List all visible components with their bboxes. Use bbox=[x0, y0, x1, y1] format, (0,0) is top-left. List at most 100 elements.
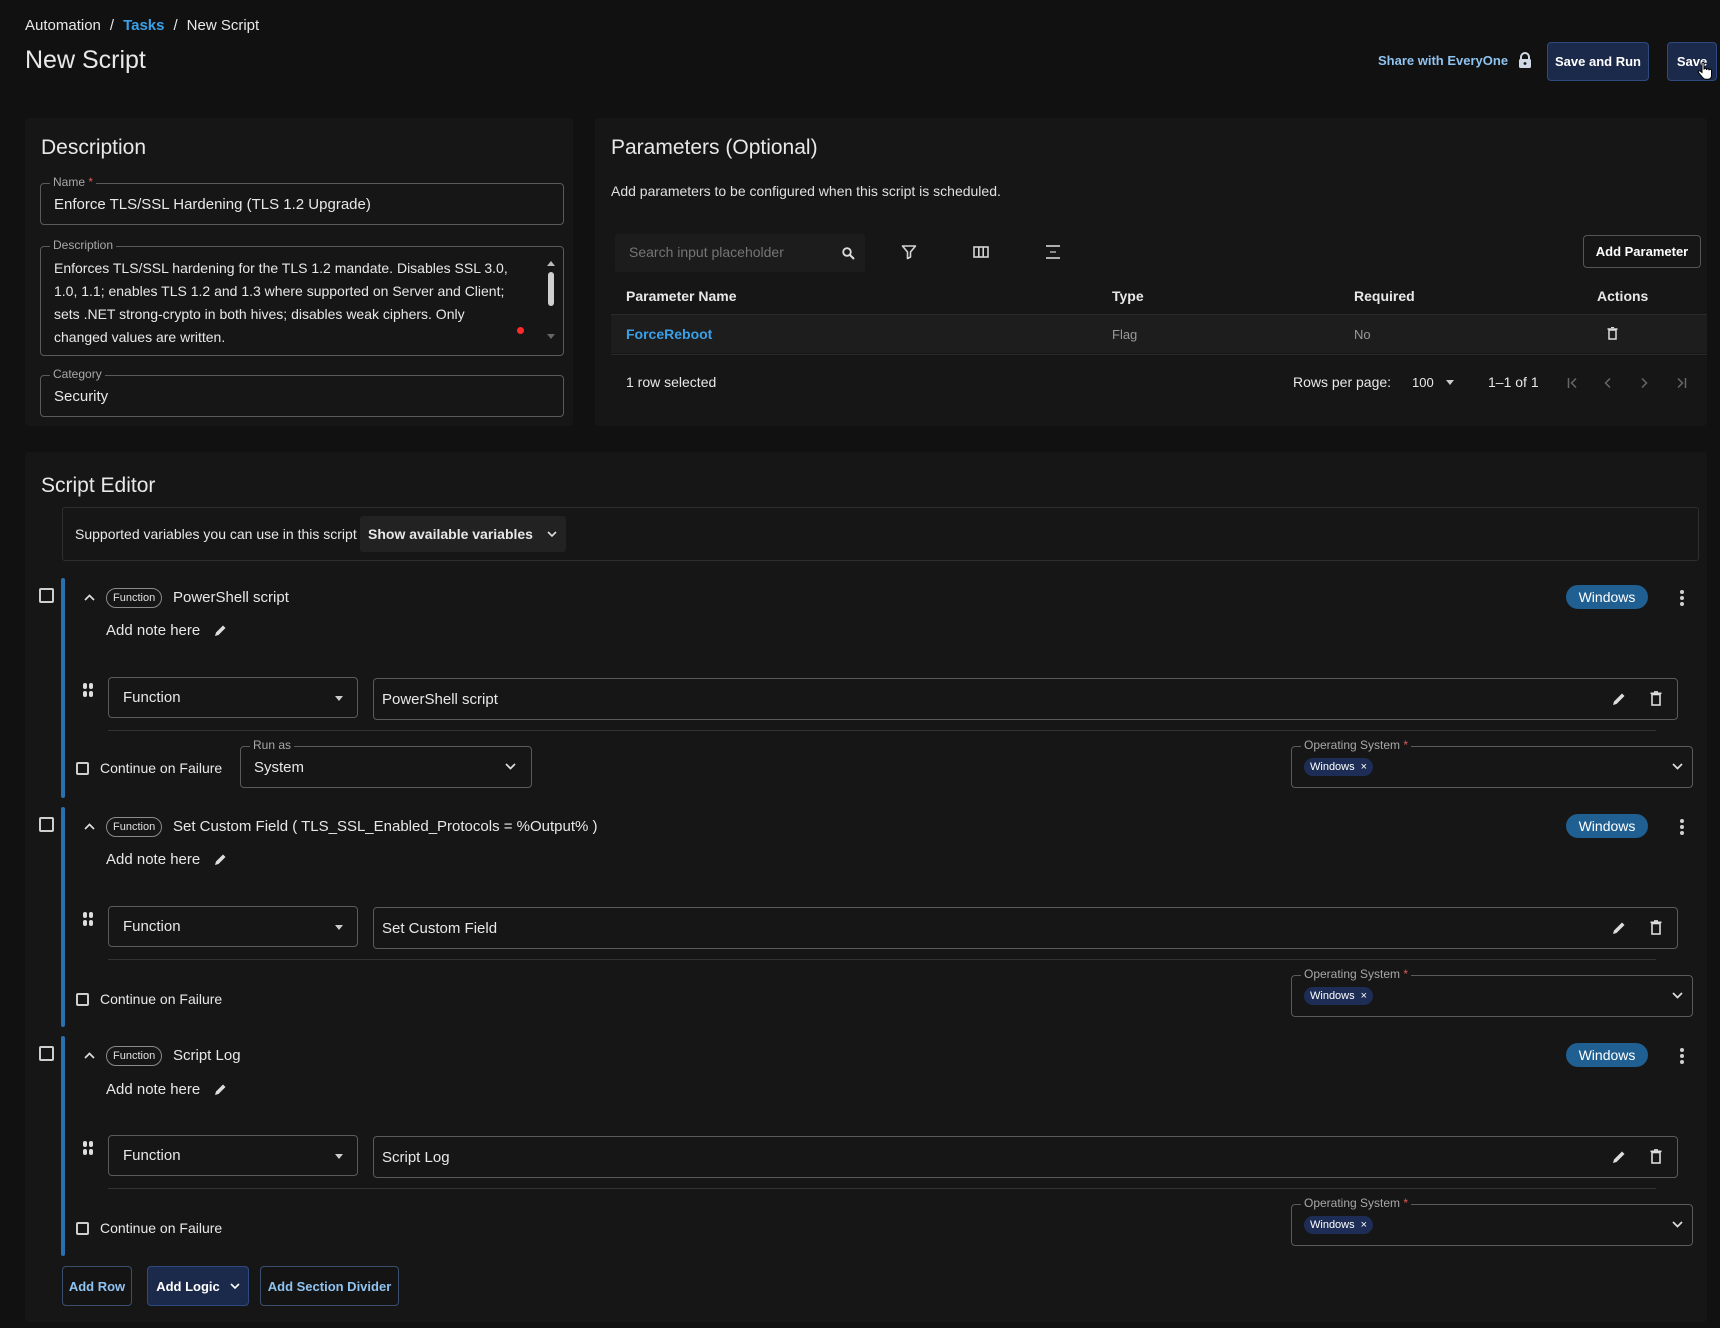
parameters-subtitle: Add parameters to be configured when thi… bbox=[611, 183, 1001, 199]
step-divider bbox=[108, 1188, 1656, 1189]
add-section-divider-button[interactable]: Add Section Divider bbox=[260, 1266, 399, 1306]
os-chip-windows[interactable]: Windows × bbox=[1304, 987, 1374, 1005]
collapse-icon[interactable] bbox=[84, 823, 95, 830]
description-field[interactable]: Description Enforces TLS/SSL hardening f… bbox=[40, 238, 564, 356]
step-indicator-bar bbox=[61, 807, 65, 1027]
description-scrollbar[interactable] bbox=[547, 261, 555, 343]
columns-icon[interactable] bbox=[973, 245, 989, 259]
rows-per-page-select[interactable]: 100 bbox=[1412, 375, 1454, 390]
more-options-icon[interactable] bbox=[1680, 590, 1684, 608]
filter-icon[interactable] bbox=[901, 244, 917, 260]
breadcrumb-automation[interactable]: Automation bbox=[25, 17, 101, 34]
step-divider bbox=[108, 959, 1656, 960]
step-type-select[interactable]: Function bbox=[108, 906, 358, 947]
continue-on-failure-label: Continue on Failure bbox=[100, 1220, 223, 1236]
os-badge: Windows bbox=[1566, 1043, 1648, 1067]
column-header-parameter-name[interactable]: Parameter Name bbox=[626, 288, 737, 304]
show-variables-label: Show available variables bbox=[368, 526, 533, 542]
add-logic-label: Add Logic bbox=[156, 1278, 220, 1294]
share-button[interactable]: Share with EveryOne bbox=[1378, 52, 1532, 69]
parameter-search-input[interactable] bbox=[629, 244, 829, 260]
step-indicator-bar bbox=[61, 1036, 65, 1256]
function-value: PowerShell script bbox=[382, 691, 498, 708]
remove-chip-icon[interactable]: × bbox=[1361, 990, 1367, 1002]
variables-text: Supported variables you can use in this … bbox=[75, 526, 357, 542]
collapse-icon[interactable] bbox=[84, 594, 95, 601]
pencil-icon bbox=[215, 854, 226, 865]
category-field[interactable]: Category Security bbox=[40, 367, 564, 417]
name-value: Enforce TLS/SSL Hardening (TLS 1.2 Upgra… bbox=[54, 196, 371, 213]
continue-on-failure-checkbox[interactable] bbox=[76, 762, 89, 775]
operating-system-select[interactable]: Operating System * Windows × bbox=[1291, 738, 1693, 788]
continue-on-failure-checkbox[interactable] bbox=[76, 1222, 89, 1235]
add-note[interactable]: Add note here bbox=[106, 1081, 227, 1098]
drag-handle-icon[interactable] bbox=[83, 683, 93, 697]
operating-system-select[interactable]: Operating System * Windows × bbox=[1291, 1196, 1693, 1246]
save-and-run-button[interactable]: Save and Run bbox=[1547, 42, 1649, 81]
next-page-icon[interactable] bbox=[1639, 377, 1649, 389]
delete-icon[interactable] bbox=[1650, 920, 1662, 935]
step-select-checkbox[interactable] bbox=[39, 588, 54, 603]
step-type-select[interactable]: Function bbox=[108, 1135, 358, 1176]
step-divider bbox=[108, 730, 1656, 731]
density-icon[interactable] bbox=[1045, 244, 1061, 260]
more-options-icon[interactable] bbox=[1680, 819, 1684, 837]
drag-handle-icon[interactable] bbox=[83, 912, 93, 926]
continue-on-failure-label: Continue on Failure bbox=[100, 991, 223, 1007]
drag-handle-icon[interactable] bbox=[83, 1141, 93, 1155]
function-field[interactable]: PowerShell script bbox=[373, 678, 1678, 720]
delete-icon[interactable] bbox=[1607, 327, 1618, 340]
step-title: PowerShell script bbox=[173, 589, 289, 606]
step-type-chip: Function bbox=[106, 1046, 163, 1066]
pencil-icon[interactable] bbox=[1612, 692, 1626, 706]
os-chip-windows[interactable]: Windows × bbox=[1304, 1216, 1374, 1234]
column-header-type[interactable]: Type bbox=[1112, 288, 1144, 304]
step-select-checkbox[interactable] bbox=[39, 1046, 54, 1061]
category-label: Category bbox=[50, 367, 105, 381]
add-logic-button[interactable]: Add Logic bbox=[147, 1266, 249, 1306]
add-note-label: Add note here bbox=[106, 622, 201, 639]
os-chip-windows[interactable]: Windows × bbox=[1304, 758, 1374, 776]
function-field[interactable]: Script Log bbox=[373, 1136, 1678, 1178]
first-page-icon[interactable] bbox=[1567, 377, 1579, 389]
category-value: Security bbox=[54, 388, 109, 405]
chevron-down-icon bbox=[1672, 763, 1683, 770]
delete-icon[interactable] bbox=[1650, 691, 1662, 706]
remove-chip-icon[interactable]: × bbox=[1361, 761, 1367, 773]
parameter-name-link[interactable]: ForceReboot bbox=[626, 326, 712, 342]
parameter-required: No bbox=[1354, 327, 1371, 342]
variables-bar: Supported variables you can use in this … bbox=[62, 507, 1699, 561]
parameters-card: Parameters (Optional) Add parameters to … bbox=[595, 118, 1707, 426]
breadcrumb-tasks[interactable]: Tasks bbox=[123, 17, 164, 34]
step-title: Set Custom Field ( TLS_SSL_Enabled_Proto… bbox=[173, 818, 598, 835]
breadcrumb-current: New Script bbox=[186, 17, 260, 34]
show-variables-button[interactable]: Show available variables bbox=[360, 516, 566, 552]
continue-on-failure-checkbox[interactable] bbox=[76, 993, 89, 1006]
chevron-down-icon bbox=[547, 531, 557, 538]
chevron-down-icon bbox=[230, 1282, 240, 1289]
step-type-select[interactable]: Function bbox=[108, 677, 358, 718]
operating-system-select[interactable]: Operating System * Windows × bbox=[1291, 967, 1693, 1017]
name-field[interactable]: Name * Enforce TLS/SSL Hardening (TLS 1.… bbox=[40, 175, 564, 225]
function-value: Script Log bbox=[382, 1149, 450, 1166]
add-note[interactable]: Add note here bbox=[106, 622, 227, 639]
collapse-icon[interactable] bbox=[84, 1052, 95, 1059]
delete-icon[interactable] bbox=[1650, 1149, 1662, 1164]
pencil-icon[interactable] bbox=[1612, 921, 1626, 935]
add-row-button[interactable]: Add Row bbox=[62, 1266, 132, 1306]
function-field[interactable]: Set Custom Field bbox=[373, 907, 1678, 949]
more-options-icon[interactable] bbox=[1680, 1048, 1684, 1066]
table-row[interactable]: ForceReboot Flag No bbox=[611, 315, 1707, 353]
last-page-icon[interactable] bbox=[1675, 377, 1687, 389]
step-select-checkbox[interactable] bbox=[39, 817, 54, 832]
column-header-required[interactable]: Required bbox=[1354, 288, 1415, 304]
remove-chip-icon[interactable]: × bbox=[1361, 1219, 1367, 1231]
previous-page-icon[interactable] bbox=[1603, 377, 1613, 389]
chevron-down-icon bbox=[1672, 992, 1683, 999]
add-note[interactable]: Add note here bbox=[106, 851, 227, 868]
search-icon[interactable] bbox=[842, 247, 855, 260]
pencil-icon[interactable] bbox=[1612, 1150, 1626, 1164]
parameter-search[interactable] bbox=[615, 234, 865, 272]
add-parameter-button[interactable]: Add Parameter bbox=[1583, 235, 1701, 268]
run-as-select[interactable]: Run as System bbox=[240, 738, 532, 788]
